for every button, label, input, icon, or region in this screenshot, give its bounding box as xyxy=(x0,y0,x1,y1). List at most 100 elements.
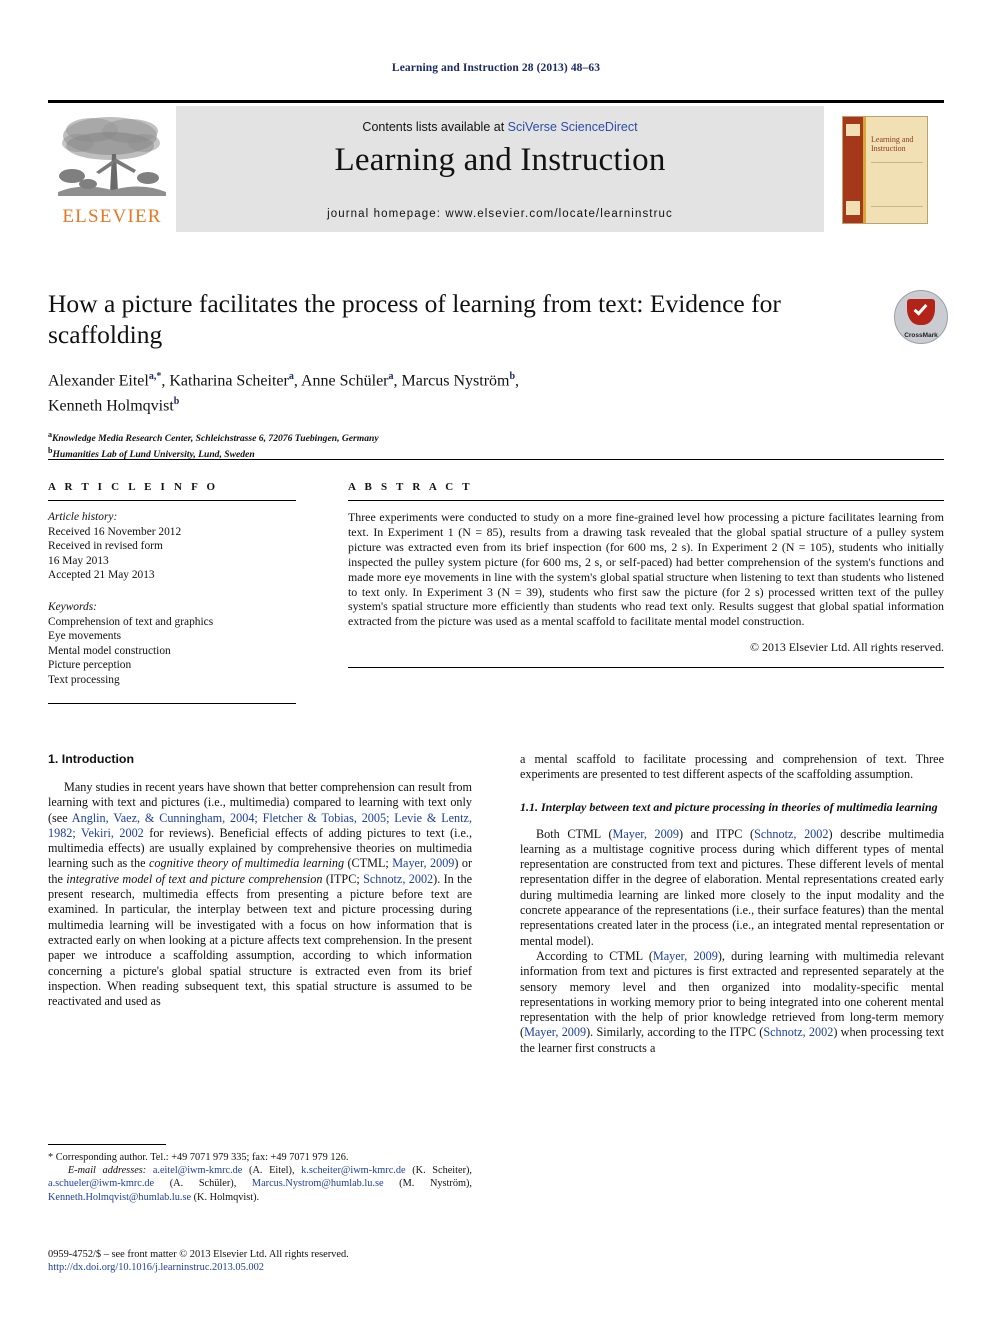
history-item-0: Received 16 November 2012 xyxy=(48,525,182,538)
issn-front-matter-line: 0959-4752/$ – see front matter © 2013 El… xyxy=(48,1249,349,1260)
body-column-right: a mental scaffold to facilitate processi… xyxy=(520,752,944,1056)
corresponding-author-note: * Corresponding author. Tel.: +49 7071 9… xyxy=(48,1152,349,1163)
info-section-top-rule xyxy=(48,459,944,460)
affiliation-a-text: Knowledge Media Research Center, Schleic… xyxy=(52,432,379,444)
page-title: How a picture facilitates the process of… xyxy=(48,289,781,349)
cover-emblem-top-icon xyxy=(846,124,860,136)
cover-emblem-bottom-icon xyxy=(846,201,860,215)
contents-available-line: Contents lists available at SciVerse Sci… xyxy=(176,120,824,134)
sciencedirect-link[interactable]: SciVerse ScienceDirect xyxy=(508,120,638,134)
email-link-0[interactable]: a.eitel@iwm-kmrc.de xyxy=(153,1165,243,1176)
article-info-column: A R T I C L E I N F O Article history: R… xyxy=(48,481,296,704)
email-link-1[interactable]: k.scheiter@iwm-kmrc.de xyxy=(301,1165,405,1176)
masthead-center: Contents lists available at SciVerse Sci… xyxy=(176,106,824,232)
affil-marker-b: b xyxy=(509,371,516,382)
email-who-1: (K. Scheiter), xyxy=(405,1165,473,1177)
p1-seg-e: (ITPC; xyxy=(322,871,364,886)
section-heading-introduction: 1. Introduction xyxy=(48,752,135,766)
title-block: How a picture facilitates the process of… xyxy=(48,288,848,461)
affil-marker-b2: b xyxy=(173,396,180,408)
citation-mayer-2009-c[interactable]: Mayer, 2009 xyxy=(653,949,718,963)
paragraph-1-1-b: According to CTML (Mayer, 2009), during … xyxy=(520,949,944,1056)
author-list: Alexander Eitela,*, Katharina Scheitera,… xyxy=(48,366,848,417)
email-who-3: (M. Nyström), xyxy=(383,1178,472,1190)
footnote-block: * Corresponding author. Tel.: +49 7071 9… xyxy=(48,1144,472,1204)
history-item-3: Accepted 21 May 2013 xyxy=(48,569,155,582)
citation-schnotz-2002-a[interactable]: Schnotz, 2002 xyxy=(363,872,433,886)
cover-title-text: Learning and Instruction xyxy=(871,135,914,153)
footnote-rule xyxy=(48,1144,166,1145)
citation-schnotz-2002-c[interactable]: Schnotz, 2002 xyxy=(763,1025,833,1039)
cover-divider-top xyxy=(871,162,923,163)
keywords-block: Keywords: Comprehension of text and grap… xyxy=(48,600,296,688)
article-info-rule xyxy=(48,500,296,501)
citation-schnotz-2002-b[interactable]: Schnotz, 2002 xyxy=(754,827,828,841)
journal-homepage-line: journal homepage: www.elsevier.com/locat… xyxy=(327,208,673,220)
abstract-rule xyxy=(348,500,944,501)
keyword-0: Comprehension of text and graphics xyxy=(48,615,214,628)
contents-prefix: Contents lists available at xyxy=(362,120,508,134)
p1-seg-c: (CTML; xyxy=(344,856,393,871)
history-item-1: Received in revised form xyxy=(48,540,163,553)
citation-mayer-2009-a[interactable]: Mayer, 2009 xyxy=(392,856,454,870)
affil-marker-a: a,* xyxy=(148,371,162,382)
author-line-1: Alexander Eitela,*, Katharina Scheitera,… xyxy=(48,371,520,390)
email-who-2: (A. Schüler), xyxy=(154,1178,252,1190)
affil-marker-a3: a xyxy=(388,371,394,382)
body-column-left: 1. Introduction Many studies in recent y… xyxy=(48,752,472,1009)
article-history-label: Article history: xyxy=(48,511,118,523)
email-link-2[interactable]: a.schueler@iwm-kmrc.de xyxy=(48,1178,154,1189)
cover-artwork: Learning and Instruction xyxy=(842,116,928,224)
abstract-text: Three experiments were conducted to stud… xyxy=(348,510,944,629)
tree-svg xyxy=(58,117,166,196)
citation-mayer-2009-b[interactable]: Mayer, 2009 xyxy=(613,827,679,841)
doi-link[interactable]: http://dx.doi.org/10.1016/j.learninstruc… xyxy=(48,1261,488,1274)
author-line-2: Kenneth Holmqvistb xyxy=(48,396,180,415)
crossmark-badge[interactable]: CrossMark xyxy=(894,290,948,344)
p1-italic-itpc: integrative model of text and picture co… xyxy=(66,871,323,886)
email-link-4[interactable]: Kenneth.Holmqvist@humlab.lu.se xyxy=(48,1192,191,1203)
paper-page: Learning and Instruction 28 (2013) 48–63 xyxy=(0,0,992,1323)
p3-seg-c: ). Similarly, according to the ITPC ( xyxy=(586,1025,764,1040)
affiliations: aKnowledge Media Research Center, Schlei… xyxy=(48,429,848,461)
keyword-4: Text processing xyxy=(48,673,120,686)
email-addresses-note: E-mail addresses: a.eitel@iwm-kmrc.de (A… xyxy=(48,1164,472,1204)
subsection-heading-1-1: 1.1. Interplay between text and picture … xyxy=(520,799,938,814)
history-item-2: 16 May 2013 xyxy=(48,554,109,567)
email-link-3[interactable]: Marcus.Nystrom@humlab.lu.se xyxy=(252,1178,384,1189)
abstract-heading: A B S T R A C T xyxy=(348,481,473,493)
cover-divider-bottom xyxy=(871,206,923,207)
keywords-label: Keywords: xyxy=(48,600,97,613)
affil-marker-a2: a xyxy=(288,371,294,382)
p2-seg-b: ) and ITPC ( xyxy=(678,826,755,841)
p3-seg-a: According to CTML ( xyxy=(536,948,653,963)
article-info-bottom-rule xyxy=(48,702,296,704)
citation-mayer-2009-d[interactable]: Mayer, 2009 xyxy=(524,1025,586,1039)
affiliation-a: aKnowledge Media Research Center, Schlei… xyxy=(48,429,848,445)
cover-accent-stripe xyxy=(863,117,866,223)
keyword-2: Mental model construction xyxy=(48,644,171,657)
abstract-copyright: © 2013 Elsevier Ltd. All rights reserved… xyxy=(750,640,944,655)
abstract-column: A B S T R A C T Three experiments were c… xyxy=(348,481,944,669)
keyword-3: Picture perception xyxy=(48,659,132,672)
journal-cover-thumbnail: Learning and Instruction xyxy=(824,106,944,232)
email-who-4: (K. Holmqvist). xyxy=(191,1191,260,1203)
journal-masthead: ELSEVIER Contents lists available at Sci… xyxy=(48,100,944,232)
p2-seg-c: ) describe multimedia learning as a mult… xyxy=(520,826,944,948)
p1-seg-f: ). In the present research, multimedia e… xyxy=(48,871,473,1009)
article-history-block: Article history: Received 16 November 20… xyxy=(48,510,296,583)
elsevier-wordmark: ELSEVIER xyxy=(62,206,162,227)
p1-italic-ctml: cognitive theory of multimedia learning xyxy=(148,856,345,871)
keyword-1: Eye movements xyxy=(48,630,122,643)
paragraph-1-1-a: Both CTML (Mayer, 2009) and ITPC (Schnot… xyxy=(520,827,944,949)
imprint-block: 0959-4752/$ – see front matter © 2013 El… xyxy=(48,1248,488,1275)
running-head: Learning and Instruction 28 (2013) 48–63 xyxy=(391,62,601,74)
elsevier-tree-icon xyxy=(52,110,172,202)
p2-seg-a: Both CTML ( xyxy=(536,826,613,841)
paragraph-intro-1: Many studies in recent years have shown … xyxy=(48,780,472,1009)
paragraph-intro-1-continued: a mental scaffold to facilitate processi… xyxy=(520,752,944,782)
email-who-0: (A. Eitel), xyxy=(242,1165,302,1177)
crossmark-label: CrossMark xyxy=(904,332,938,339)
abstract-bottom-rule xyxy=(348,667,944,669)
email-label: E-mail addresses: xyxy=(67,1165,147,1177)
